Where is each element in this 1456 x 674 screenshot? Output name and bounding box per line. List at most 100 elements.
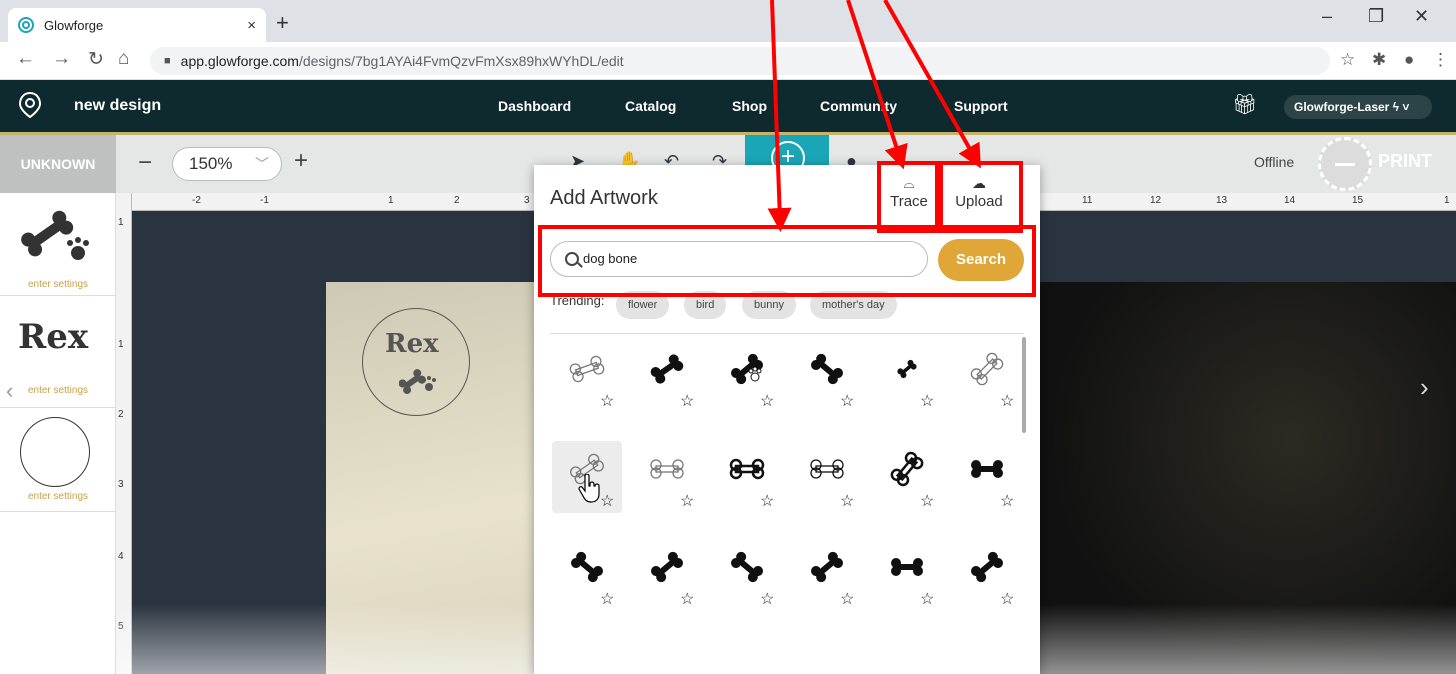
ruler-number: 2	[118, 409, 124, 420]
artwork-result[interactable]: ☆	[952, 539, 1022, 611]
dog-bone-icon	[569, 355, 605, 383]
artwork-result[interactable]: ☆	[792, 441, 862, 513]
favorite-star-icon[interactable]: ☆	[1000, 589, 1014, 609]
artwork-result[interactable]: ☆	[552, 539, 622, 611]
glowforge-favicon-icon	[18, 17, 34, 33]
dog-bone-icon	[970, 352, 1004, 386]
dog-bone-icon	[729, 458, 765, 480]
artwork-result[interactable]: ☆	[632, 441, 702, 513]
thumbnail-rex[interactable]: Rex enter settings	[0, 303, 116, 408]
design-name[interactable]: new design	[74, 97, 161, 115]
favorite-star-icon[interactable]: ☆	[1000, 491, 1014, 511]
browser-menu-icon[interactable]: ⋮	[1432, 50, 1449, 70]
ruler-number: -1	[260, 195, 269, 206]
favorite-star-icon[interactable]: ☆	[840, 491, 854, 511]
reload-icon[interactable]: ↻	[88, 48, 104, 71]
profile-avatar-icon[interactable]: ●	[1404, 50, 1414, 70]
zoom-out-button[interactable]: −	[138, 149, 152, 177]
dog-bone-icon	[650, 354, 684, 384]
ruler-number: 1	[118, 339, 124, 350]
nav-community[interactable]: Community	[820, 98, 897, 114]
artwork-result[interactable]: ☆	[872, 539, 942, 611]
artwork-result[interactable]: ☆	[872, 341, 942, 413]
favorite-star-icon[interactable]: ☆	[840, 589, 854, 609]
artwork-result[interactable]: ☆	[712, 441, 782, 513]
back-icon[interactable]: ←	[16, 48, 35, 70]
rex-tag-design[interactable]: Rex	[362, 308, 470, 416]
favorite-star-icon[interactable]: ☆	[760, 391, 774, 411]
ruler-number: 1	[1444, 195, 1450, 206]
bookmark-star-icon[interactable]: ☆	[1340, 50, 1355, 70]
app-top-nav: new design Dashboard Catalog Shop Commun…	[0, 80, 1456, 132]
enter-settings-link[interactable]: enter settings	[0, 279, 116, 290]
paw-shape	[750, 372, 760, 382]
favorite-star-icon[interactable]: ☆	[680, 391, 694, 411]
print-button[interactable]: PRINT	[1316, 137, 1456, 191]
zoom-in-button[interactable]: +	[294, 147, 308, 175]
favorite-star-icon[interactable]: ☆	[760, 589, 774, 609]
screen: Glowforge × + – ❐ ✕ ← → ↻ ⌂ ■ app.glowfo…	[0, 0, 1456, 674]
nav-dashboard[interactable]: Dashboard	[498, 98, 571, 114]
maximize-button[interactable]: ❐	[1368, 6, 1384, 27]
browser-tab[interactable]: Glowforge ×	[8, 8, 266, 42]
minimize-button[interactable]: –	[1322, 6, 1332, 27]
favorite-star-icon[interactable]: ☆	[600, 491, 614, 511]
results-scrollbar[interactable]	[1022, 337, 1026, 433]
ruler-number: 12	[1150, 195, 1162, 206]
url-input[interactable]: ■ app.glowforge.com/designs/7bg1AYAi4Fvm…	[150, 47, 1330, 75]
favorite-star-icon[interactable]: ☆	[920, 589, 934, 609]
zoom-select[interactable]: 150% ﹀	[172, 147, 282, 181]
nav-support[interactable]: Support	[954, 98, 1008, 114]
artwork-result[interactable]: ☆	[792, 341, 862, 413]
machine-selector[interactable]: Glowforge-Laser ϟ ˅	[1284, 95, 1432, 119]
gift-icon[interactable]: 🎁︎	[1232, 92, 1257, 117]
bone-shape	[593, 363, 605, 375]
artwork-result[interactable]: ☆	[632, 341, 702, 413]
tab-title: Glowforge	[44, 17, 104, 33]
favorite-star-icon[interactable]: ☆	[680, 491, 694, 511]
bone-paw-icon	[21, 210, 89, 260]
artwork-result[interactable]: ☆	[712, 539, 782, 611]
ruler-number: 11	[1082, 195, 1093, 206]
artwork-result[interactable]: ☆	[712, 341, 782, 413]
close-window-button[interactable]: ✕	[1414, 6, 1429, 27]
chevron-left-icon[interactable]: ‹	[6, 378, 13, 404]
favorite-star-icon[interactable]: ☆	[840, 391, 854, 411]
favorite-star-icon[interactable]: ☆	[1000, 391, 1014, 411]
circle-shape	[20, 417, 90, 487]
extensions-icon[interactable]: ✱	[1372, 50, 1386, 70]
forward-icon[interactable]: →	[52, 48, 71, 70]
new-tab-button[interactable]: +	[276, 8, 289, 38]
chevron-right-icon[interactable]: ›	[1420, 372, 1429, 403]
bone-shape	[976, 358, 998, 380]
favorite-star-icon[interactable]: ☆	[600, 589, 614, 609]
favorite-star-icon[interactable]: ☆	[680, 589, 694, 609]
glowforge-logo-icon[interactable]	[18, 92, 42, 118]
favorite-star-icon[interactable]: ☆	[600, 391, 614, 411]
annotation-box-upload	[939, 161, 1023, 233]
thumbnail-bone[interactable]: enter settings	[0, 193, 116, 296]
artwork-result[interactable]: ☆	[952, 441, 1022, 513]
nav-shop[interactable]: Shop	[732, 98, 767, 114]
thumbnail-circle[interactable]: enter settings	[0, 413, 116, 513]
nav-catalog[interactable]: Catalog	[625, 98, 676, 114]
enter-settings-link[interactable]: enter settings	[0, 385, 116, 396]
paw-shape	[756, 368, 762, 374]
favorite-star-icon[interactable]: ☆	[920, 491, 934, 511]
ruler-number: 1	[118, 217, 124, 228]
favorite-star-icon[interactable]: ☆	[760, 491, 774, 511]
ruler-number: 13	[1216, 195, 1228, 206]
material-selector[interactable]: UNKNOWN	[0, 135, 116, 193]
artwork-result[interactable]: ☆	[632, 539, 702, 611]
favorite-star-icon[interactable]: ☆	[920, 391, 934, 411]
artwork-result[interactable]: ☆	[952, 341, 1022, 413]
dog-bone-icon	[571, 551, 603, 583]
rex-thumbnail-text: Rex	[18, 317, 89, 357]
tab-close-icon[interactable]: ×	[247, 17, 256, 34]
artwork-result[interactable]: ☆	[552, 341, 622, 413]
dog-bone-icon	[731, 353, 763, 385]
home-icon[interactable]: ⌂	[118, 48, 129, 70]
artwork-result[interactable]: ☆	[872, 441, 942, 513]
artwork-result[interactable]: ☆	[792, 539, 862, 611]
enter-settings-link[interactable]: enter settings	[0, 491, 116, 502]
